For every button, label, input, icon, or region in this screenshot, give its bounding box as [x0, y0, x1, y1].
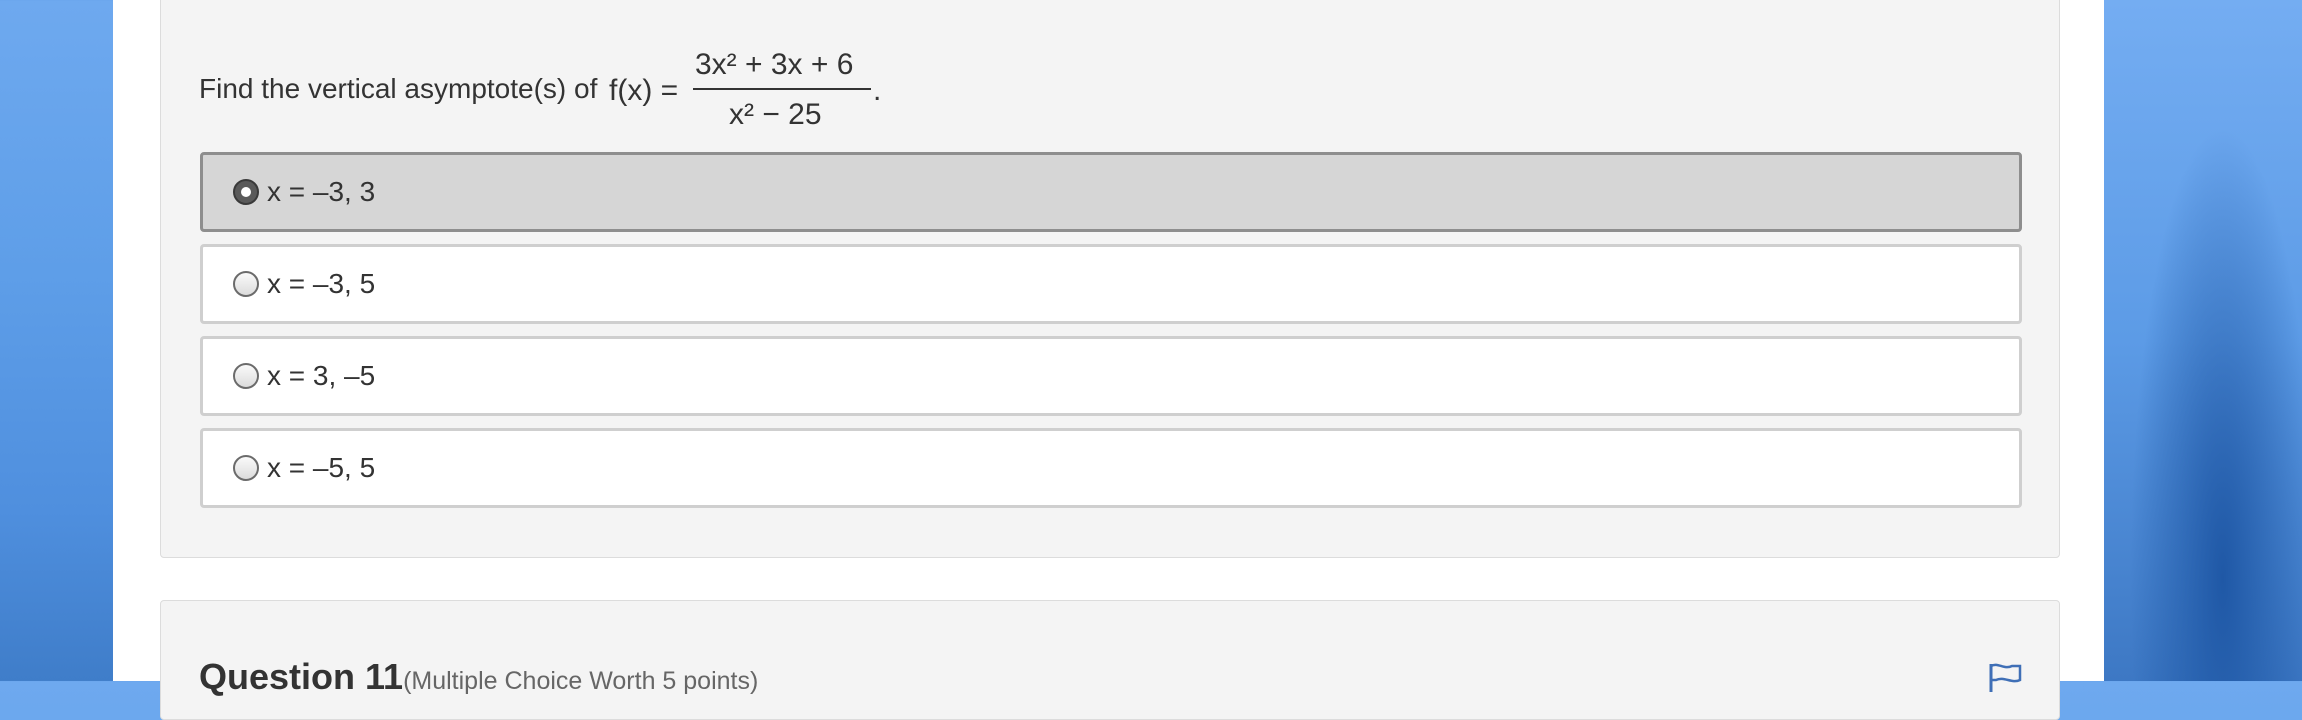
radio-button[interactable] [233, 455, 259, 481]
answer-option-4[interactable]: x = –5, 5 [200, 428, 2022, 508]
answer-option-1[interactable]: x = –3, 3 [200, 152, 2022, 232]
radio-button[interactable] [233, 179, 259, 205]
answer-option-3[interactable]: x = 3, –5 [200, 336, 2022, 416]
option-label: x = –3, 3 [267, 176, 376, 207]
formula-numerator: 3x² + 3x + 6 [695, 48, 853, 81]
next-question-heading: Question 11(Multiple Choice Worth 5 poin… [199, 656, 758, 698]
question-meta: (Multiple Choice Worth 5 points) [403, 667, 759, 695]
formula-period: . [873, 74, 881, 107]
answer-option-2[interactable]: x = –3, 5 [200, 244, 2022, 324]
formula-lhs: f(x) = [609, 74, 678, 107]
radio-button[interactable] [233, 363, 259, 389]
question-prompt: Find the vertical asymptote(s) of f(x) =… [199, 44, 899, 134]
formula-denominator: x² − 25 [729, 98, 822, 131]
flag-icon[interactable] [1988, 662, 2024, 692]
formula: f(x) = 3x² + 3x + 6 x² − 25 . [609, 48, 881, 131]
radio-button[interactable] [233, 271, 259, 297]
prompt-text: Find the vertical asymptote(s) of [199, 73, 598, 104]
question-number: Question 11 [199, 656, 404, 697]
option-label: x = 3, –5 [267, 360, 376, 391]
option-label: x = –3, 5 [267, 268, 376, 299]
option-label: x = –5, 5 [267, 452, 376, 483]
background-right [2104, 0, 2302, 681]
